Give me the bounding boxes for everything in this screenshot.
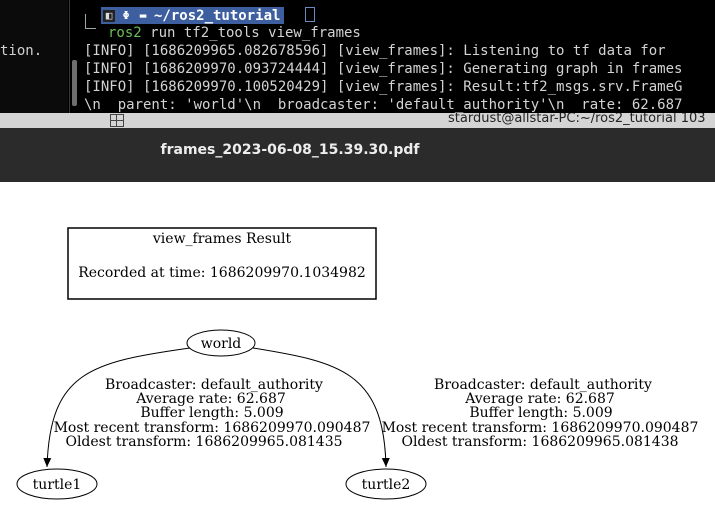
result-title: view_frames Result <box>152 231 292 247</box>
split-view-icon[interactable] <box>110 114 124 127</box>
edge1-buffer: Buffer length: 5.009 <box>140 405 283 421</box>
terminal-tab-title[interactable]: stardust@allstar-PC:~/ros2_tutorial 103 <box>448 113 706 126</box>
document-title: frames_2023-06-08_15.39.30.pdf <box>160 142 420 158</box>
recorded-time: Recorded at time: 1686209970.1034982 <box>78 265 366 281</box>
pane-divider[interactable] <box>69 0 70 113</box>
terminal-tab-strip: stardust@allstar-PC:~/ros2_tutorial 103 <box>0 113 715 128</box>
edge2-oldest: Oldest transform: 1686209965.081438 <box>401 434 678 450</box>
log-line: [INFO] [1686209970.100520429] [view_fram… <box>84 79 683 95</box>
edge2-buffer: Buffer length: 5.009 <box>469 405 612 421</box>
left-terminal-pane: tion. <box>0 0 68 113</box>
folder-icon: ▬ <box>139 8 147 22</box>
log-line: \n parent: 'world'\n broadcaster: 'defau… <box>84 97 683 113</box>
node-turtle1-label: turtle1 <box>33 477 82 493</box>
edge1-oldest: Oldest transform: 1686209965.081435 <box>65 434 342 450</box>
lock-icon: ◧ <box>103 9 115 22</box>
frames-graph: view_frames Result Recorded at time: 168… <box>16 227 698 500</box>
left-pane-text: tion. <box>0 43 43 59</box>
command-keyword: ros2 <box>108 25 142 41</box>
command-args: run tf2_tools view_frames <box>141 25 361 41</box>
prompt-bar: ◧ Φ ▬ ~/ros2_tutorial <box>101 7 285 24</box>
terminal-scrollbar[interactable] <box>72 60 77 106</box>
os-icon: Φ <box>122 8 130 22</box>
log-line: [INFO] [1686209970.093724444] [view_fram… <box>84 61 683 77</box>
prompt-end-icon <box>305 7 315 22</box>
pdf-page: view_frames Result Recorded at time: 168… <box>0 182 715 513</box>
prompt-connector <box>85 14 96 29</box>
pdf-viewer-titlebar: frames_2023-06-08_15.39.30.pdf <box>0 128 715 182</box>
log-line: [INFO] [1686209965.082678596] [view_fram… <box>84 43 666 59</box>
node-world-label: world <box>201 336 242 352</box>
node-turtle2-label: turtle2 <box>362 477 411 493</box>
prompt-path: ~/ros2_tutorial <box>154 7 281 24</box>
terminal-window[interactable]: tion. ◧ Φ ▬ ~/ros2_tutorial ros2 run tf2… <box>0 0 715 113</box>
command-line[interactable]: ros2 run tf2_tools view_frames <box>108 25 361 41</box>
